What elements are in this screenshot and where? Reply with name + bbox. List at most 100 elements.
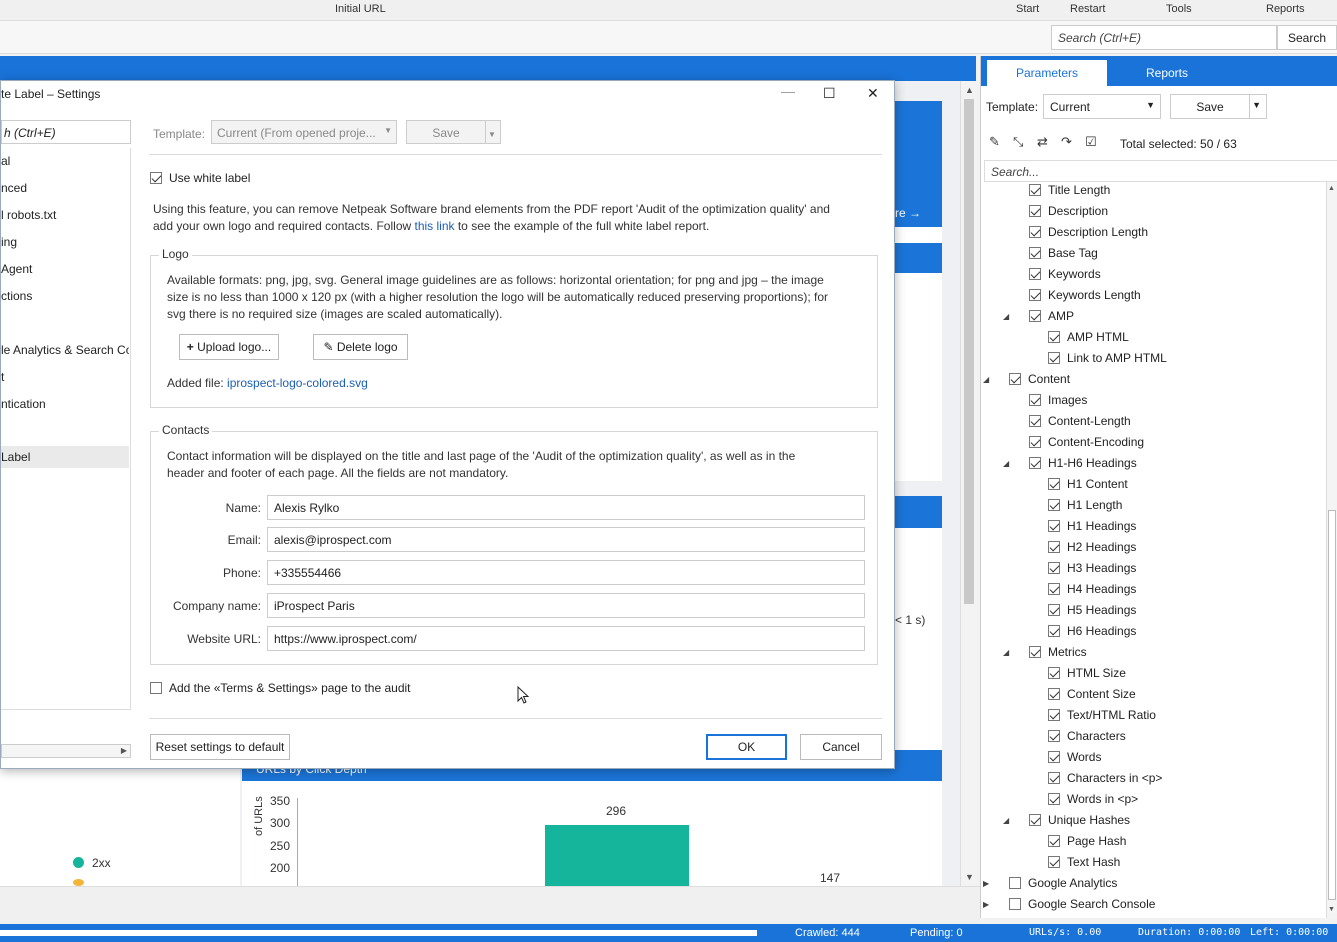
checkbox-checked-icon[interactable]	[1048, 562, 1060, 574]
checkbox-checked-icon[interactable]	[1029, 184, 1041, 196]
terms-settings-checkbox[interactable]: Add the «Terms & Settings» page to the a…	[150, 681, 411, 695]
checkbox-checked-icon[interactable]	[1048, 751, 1060, 763]
settings-nav-item[interactable]: l robots.txt	[1, 204, 129, 226]
tree-item[interactable]: H1 Headings	[1048, 519, 1136, 540]
dashboard-scrollbar[interactable]: ▲ ▼	[960, 81, 977, 886]
collapse-arrow-icon[interactable]: ◢	[1003, 459, 1009, 468]
collapse-icon[interactable]: ⤡	[1013, 134, 1023, 150]
tree-item[interactable]: Content	[1009, 372, 1070, 393]
search-button[interactable]: Search	[1277, 25, 1337, 50]
checkbox-checked-icon[interactable]	[1048, 856, 1060, 868]
expand-arrow-icon[interactable]: ▶	[983, 879, 989, 888]
checkbox-unchecked-icon[interactable]	[1009, 898, 1021, 910]
tree-item[interactable]: Content-Encoding	[1029, 435, 1144, 456]
settings-nav-item[interactable]: nced	[1, 177, 129, 199]
checkbox-checked-icon[interactable]	[1048, 688, 1060, 700]
checkbox-checked-icon[interactable]	[1029, 226, 1041, 238]
checkbox-checked-icon[interactable]	[1029, 310, 1041, 322]
scroll-thumb[interactable]	[964, 99, 974, 604]
template-save-button[interactable]: Save	[1170, 94, 1250, 119]
checkbox-checked-icon[interactable]	[1048, 331, 1060, 343]
tree-item[interactable]: Metrics	[1029, 645, 1087, 666]
checkbox-checked-icon[interactable]	[1048, 478, 1060, 490]
checkbox-checked-icon[interactable]	[1048, 541, 1060, 553]
checkbox-checked-icon[interactable]	[1048, 604, 1060, 616]
tree-item[interactable]: Base Tag	[1029, 246, 1098, 267]
tree-item[interactable]: HTML Size	[1048, 666, 1126, 687]
settings-nav-item[interactable]: t	[1, 366, 129, 388]
tree-item[interactable]: H6 Headings	[1048, 624, 1136, 645]
eraser-icon[interactable]: ✎	[989, 134, 1000, 150]
settings-nav-item[interactable]: le Analytics & Search Co	[1, 339, 129, 361]
checkbox-checked-icon[interactable]	[1048, 772, 1060, 784]
scroll-down-icon[interactable]: ▼	[965, 872, 974, 882]
tree-item[interactable]: Text/HTML Ratio	[1048, 708, 1156, 729]
checkbox-checked-icon[interactable]	[1029, 268, 1041, 280]
tree-item[interactable]: Google Search Console	[1009, 897, 1155, 918]
tree-item[interactable]: Characters	[1048, 729, 1126, 750]
maximize-icon[interactable]: ☐	[823, 85, 836, 102]
tree-item[interactable]: AMP HTML	[1048, 330, 1129, 351]
tree-item[interactable]: AMP	[1029, 309, 1074, 330]
checkbox-checked-icon[interactable]	[1048, 625, 1060, 637]
tree-item[interactable]: Content Size	[1048, 687, 1136, 708]
settings-nav-item[interactable]: ctions	[1, 285, 129, 307]
reports-menu[interactable]: Reports	[1266, 3, 1305, 15]
checkbox-checked-icon[interactable]	[1048, 709, 1060, 721]
tree-item[interactable]: Characters in <p>	[1048, 771, 1162, 792]
close-icon[interactable]: ✕	[867, 85, 879, 102]
tree-item[interactable]: Description Length	[1029, 225, 1148, 246]
checkbox-checked-icon[interactable]	[1029, 205, 1041, 217]
tree-item[interactable]: Keywords	[1029, 267, 1101, 288]
email-field[interactable]: alexis@iprospect.com	[267, 527, 865, 552]
check-all-icon[interactable]: ☑	[1085, 134, 1097, 150]
tree-item[interactable]: H1-H6 Headings	[1029, 456, 1137, 477]
tools-menu[interactable]: Tools	[1166, 3, 1192, 15]
checkbox-checked-icon[interactable]	[1029, 436, 1041, 448]
tree-item[interactable]: Title Length	[1029, 183, 1110, 204]
checkbox-checked-icon[interactable]	[1029, 289, 1041, 301]
settings-nav-item[interactable]: al	[1, 150, 129, 172]
tree-item[interactable]: H5 Headings	[1048, 603, 1136, 624]
collapse-arrow-icon[interactable]: ◢	[1003, 648, 1009, 657]
tree-item[interactable]: Link to AMP HTML	[1048, 351, 1167, 372]
checkbox-checked-icon[interactable]	[1029, 646, 1041, 658]
checkbox-checked-icon[interactable]	[1048, 667, 1060, 679]
added-file-link[interactable]: iprospect-logo-colored.svg	[227, 376, 368, 390]
checkbox-checked-icon[interactable]	[1048, 583, 1060, 595]
tree-item[interactable]: H1 Content	[1048, 477, 1128, 498]
expand-arrow-icon[interactable]: ▶	[983, 900, 989, 909]
website-url-field[interactable]: https://www.iprospect.com/	[267, 626, 865, 651]
save-dropdown-button[interactable]: ▼	[1249, 94, 1267, 119]
tree-item[interactable]: Images	[1029, 393, 1087, 414]
cancel-button[interactable]: Cancel	[800, 734, 882, 760]
reset-settings-button[interactable]: Reset settings to default	[150, 734, 290, 760]
checkbox-checked-icon[interactable]	[1048, 730, 1060, 742]
tree-item[interactable]: Page Hash	[1048, 834, 1126, 855]
minimize-icon[interactable]: —	[781, 83, 795, 99]
phone-field[interactable]: +335554466	[267, 560, 865, 585]
main-search-input[interactable]: Search (Ctrl+E)	[1051, 25, 1277, 50]
delete-logo-button[interactable]: ✎ Delete logo	[313, 334, 408, 360]
scroll-up-icon[interactable]: ▲	[965, 85, 974, 95]
more-link[interactable]: re →	[895, 206, 921, 220]
checkbox-checked-icon[interactable]	[1048, 793, 1060, 805]
name-field[interactable]: Alexis Rylko	[267, 495, 865, 520]
tree-item[interactable]: Keywords Length	[1029, 288, 1141, 309]
checkbox-checked-icon[interactable]	[1048, 835, 1060, 847]
tree-item[interactable]: H3 Headings	[1048, 561, 1136, 582]
checkbox-checked-icon[interactable]	[1029, 415, 1041, 427]
tree-item[interactable]: Unique Hashes	[1029, 813, 1130, 834]
scroll-down-icon[interactable]: ▼	[1328, 906, 1335, 913]
restart-button[interactable]: Restart	[1070, 3, 1105, 15]
tree-scrollbar[interactable]: ▲ ▼	[1326, 182, 1337, 918]
tab-reports[interactable]: Reports	[1107, 60, 1227, 86]
scroll-up-icon[interactable]: ▲	[1328, 185, 1335, 192]
tree-item[interactable]: H2 Headings	[1048, 540, 1136, 561]
checkbox-checked-icon[interactable]	[1029, 457, 1041, 469]
checkbox-checked-icon[interactable]	[1048, 499, 1060, 511]
tree-item[interactable]: Google Analytics	[1009, 876, 1117, 897]
scroll-thumb[interactable]	[1328, 510, 1336, 900]
example-link[interactable]: this link	[415, 219, 455, 233]
start-button[interactable]: Start	[1016, 3, 1039, 15]
